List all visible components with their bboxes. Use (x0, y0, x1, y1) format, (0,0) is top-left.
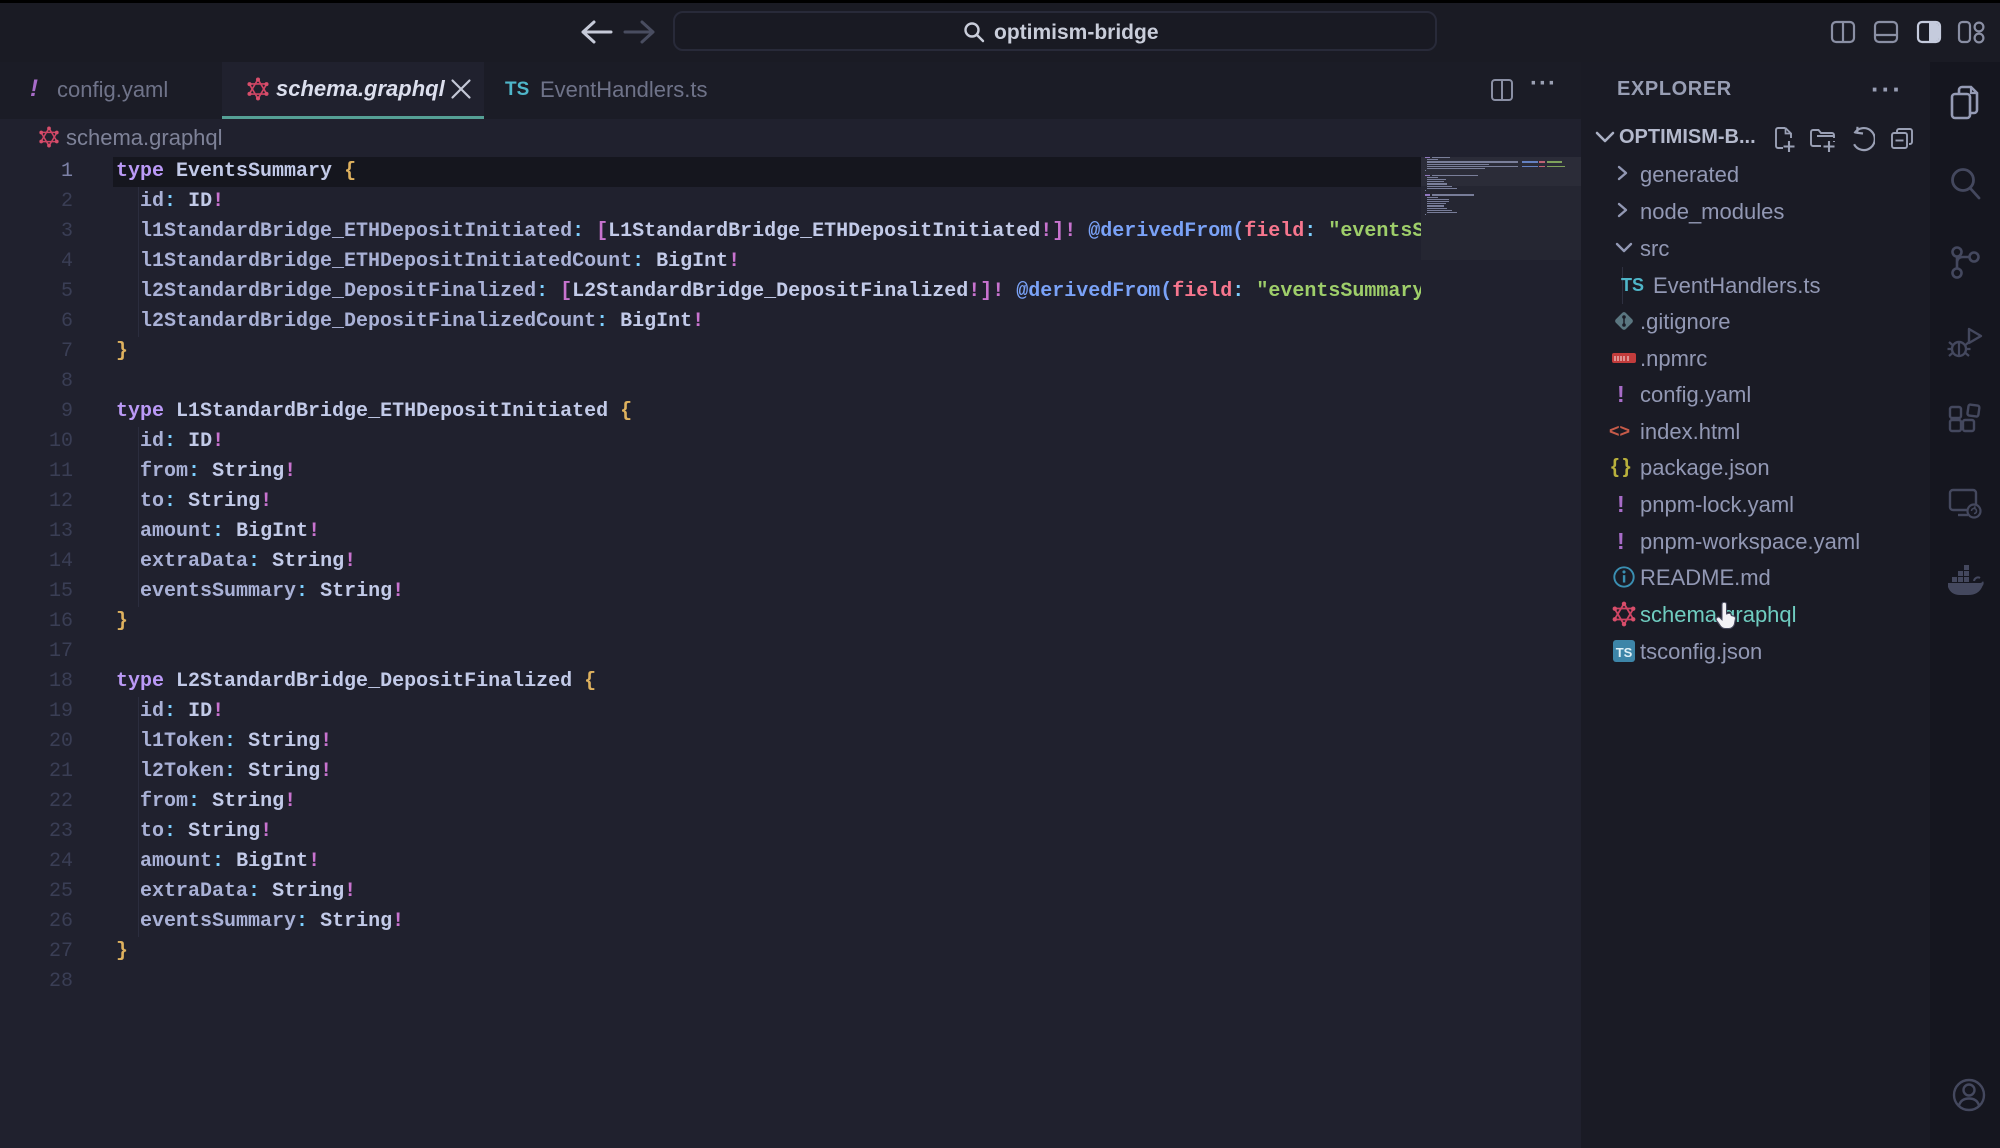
svg-text:TS: TS (1616, 645, 1633, 660)
